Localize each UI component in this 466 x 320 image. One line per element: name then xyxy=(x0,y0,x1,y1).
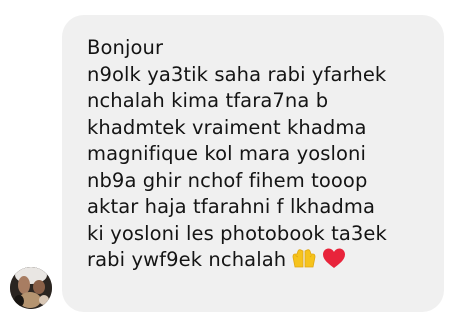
sender-avatar[interactable] xyxy=(10,267,52,309)
message-line: rabi ywf9ek nchalah xyxy=(87,248,287,271)
message-line: Bonjour xyxy=(87,36,164,59)
message-line: nb9a ghir nchof fihem tooop xyxy=(87,168,368,192)
message-line: aktar haja tfarahni f lkhadma xyxy=(87,195,375,218)
message-line: ki yosloni les photobook ta3ek xyxy=(87,221,387,245)
red-heart-icon xyxy=(322,247,346,277)
message-bubble[interactable]: Bonjour n9olk ya3tik saha rabi yfarhek n… xyxy=(62,15,444,312)
message-last-line: rabi ywf9ek nchalah xyxy=(87,247,444,277)
message-line: n9olk ya3tik saha rabi yfarhek xyxy=(87,62,387,86)
hands-icon xyxy=(292,247,316,277)
message-line: magnifique kol mara yosloni xyxy=(87,142,367,165)
message-line: nchalah kima tfara7na b xyxy=(87,89,329,112)
avatar-image xyxy=(10,267,52,309)
message-line: khadmtek vraiment khadma xyxy=(87,115,367,139)
